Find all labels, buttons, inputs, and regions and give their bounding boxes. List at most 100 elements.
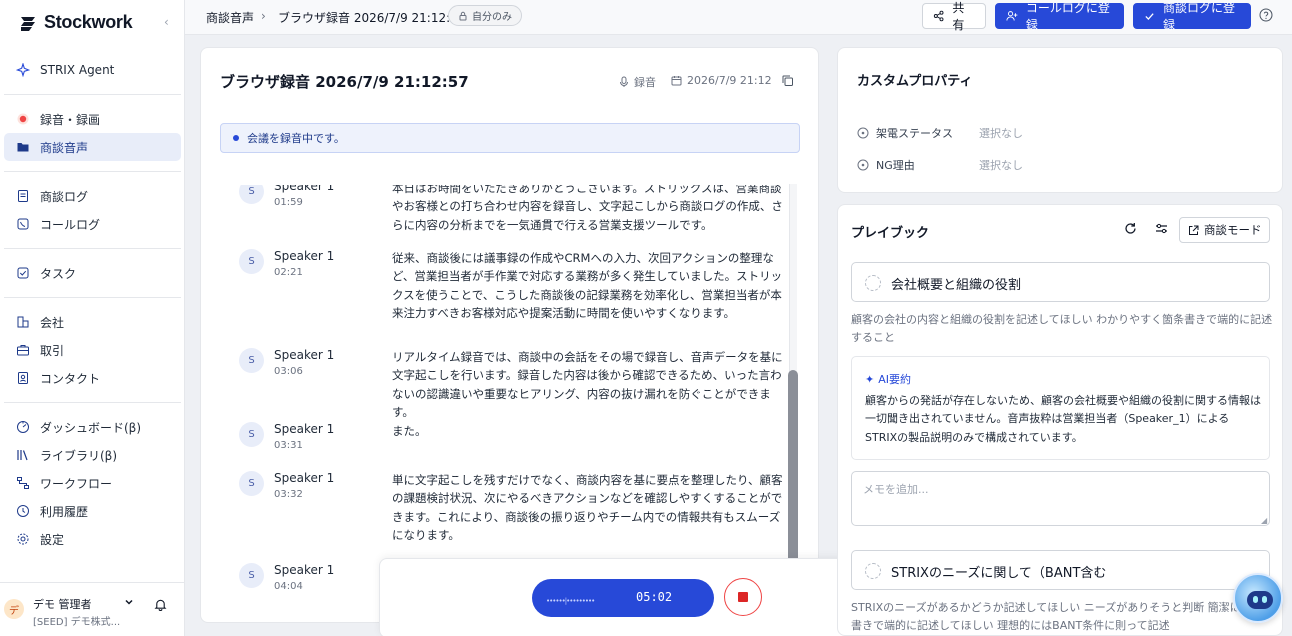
building-icon [16,315,30,329]
chevron-down-icon[interactable] [124,597,134,607]
workflow-icon [16,476,30,490]
phone-icon [16,217,30,231]
speaker-name: Speaker 1 [274,348,335,362]
speaker-avatar: S [239,471,264,496]
logo[interactable]: Stockwork [18,12,133,33]
copy-icon[interactable] [781,74,794,87]
sidebar-item[interactable]: 商談音声 [4,133,181,161]
sidebar-item[interactable]: 利用履歴 [4,497,181,525]
stop-recording-button[interactable] [724,578,762,616]
recording-panel: ブラウザ録音 2026/7/9 21:12:57 録音 2026/7/9 21:… [200,47,819,623]
sidebar-item[interactable]: タスク [4,259,181,287]
utterance-text: また。 [392,424,427,438]
playbook-item-needs[interactable]: STRIXのニーズに関して（BANT含む [851,550,1270,590]
sidebar-item[interactable]: 会社 [4,308,181,336]
sidebar-item[interactable]: 設定 [4,525,181,553]
playbook-item-company-overview[interactable]: 会社概要と組織の役割 [851,262,1270,302]
recording-type-label: 録音 [634,76,656,89]
utterance-timestamp[interactable]: 03:31 [274,440,303,451]
speaker-name: Speaker 1 [274,185,335,193]
checkbox-icon [16,266,30,280]
recorder-bar: ••••••|••••••••• 05:02 [379,558,913,636]
privacy-badge[interactable]: 自分のみ [448,5,522,26]
sidebar-item[interactable]: ダッシュボード(β) [4,413,181,441]
recording-dot-icon [233,135,239,141]
logo-mark-icon [21,16,35,31]
register-call-log-label: コールログに登録 [1025,1,1110,32]
utterance-text: 本日はお時間をいただきありがとうございます。ストリックスは、営業商談やお客様との… [392,185,783,232]
utterance-text: リアルタイム録音では、商談中の会話をその場で録音し、音声データを基に文字起こしを… [392,350,783,420]
sidebar-item-label: 設定 [40,532,65,547]
refresh-icon[interactable] [1124,222,1137,235]
sparkle-icon [16,63,30,77]
nav-divider [4,171,181,172]
sidebar-item[interactable]: コールログ [4,210,181,238]
collapse-sidebar-icon[interactable]: ‹ [164,15,169,29]
utterance-timestamp[interactable]: 03:06 [274,366,303,377]
sidebar-item[interactable]: STRIX Agent [4,56,181,84]
sidebar-item[interactable]: 録音・録画 [4,105,181,133]
bell-icon[interactable] [154,598,167,611]
sidebar-item[interactable]: ワークフロー [4,469,181,497]
user-plus-icon [1006,11,1018,21]
utterance-timestamp[interactable]: 01:59 [274,197,303,208]
register-sales-log-button[interactable]: 商談ログに登録 [1133,1,1251,32]
filter-settings-icon[interactable] [1155,222,1168,235]
recording-date-label: 2026/7/9 21:12 [687,74,772,87]
nav-divider [4,402,181,403]
breadcrumb-root[interactable]: 商談音声 [206,9,254,26]
sidebar-item[interactable]: ライブラリ(β) [4,441,181,469]
speaker-name: Speaker 1 [274,422,335,436]
property-call-status: 架電ステータス [857,125,953,141]
transcript-scroll-thumb[interactable] [788,370,798,570]
assistant-bot-button[interactable] [1233,573,1283,623]
sidebar-item-label: 取引 [40,343,65,358]
utterance-timestamp[interactable]: 04:04 [274,581,303,592]
share-button[interactable]: 共有 [922,1,986,32]
recording-type: 録音 [619,74,656,90]
sidebar-item[interactable]: 商談ログ [4,182,181,210]
record-icon [16,112,30,126]
sales-mode-button[interactable]: 商談モード [1179,217,1270,243]
recording-status-pill: ••••••|••••••••• 05:02 [532,579,714,617]
nav-divider [4,94,181,95]
sidebar-item-label: 会社 [40,315,65,330]
memo-input[interactable] [851,471,1270,526]
breadcrumb-current: ブラウザ録音 2026/7/9 21:12:57 [278,11,466,25]
property-call-status-value[interactable]: 選択なし [979,125,1023,141]
property-ng-reason-value[interactable]: 選択なし [979,157,1023,173]
speaker-name: Speaker 1 [274,471,335,485]
external-link-icon [1189,225,1199,235]
utterance-timestamp[interactable]: 03:32 [274,489,303,500]
help-icon[interactable] [1259,8,1273,22]
audio-level-meter: ••••••|••••••••• [546,597,595,605]
property-ng-reason: NG理由 [857,157,915,173]
user-menu[interactable]: デ デモ 管理者 [SEED] デモ株式... [0,582,185,636]
avatar: デ [4,599,24,619]
status-circle-icon [857,159,869,171]
sidebar: Stockwork ‹ STRIX Agent 録音・録画 商談音声商談ログコールロ… [0,0,185,636]
playbook-panel: プレイブック 商談モード 会社概要と組織の役割 顧客の会社の内容と組織の役割を記… [837,204,1283,636]
playbook-item-description: 顧客の会社の内容と組織の役割を記述してほしい わかりやすく箇条書きで端的に記述す… [851,313,1273,344]
sidebar-item-label: 商談ログ [40,189,89,204]
sidebar-item-label: タスク [40,266,77,281]
resize-grip-icon[interactable]: ◢ [1261,516,1267,525]
banner-text: 会議を録音中です。 [247,132,345,145]
sidebar-item-label: ワークフロー [40,476,113,491]
register-sales-log-label: 商談ログに登録 [1163,1,1236,32]
speaker-avatar: S [239,185,264,204]
share-label: 共有 [952,1,965,32]
check-icon [1145,13,1154,20]
recording-timer: 05:02 [636,590,673,604]
sidebar-item[interactable]: 取引 [4,336,181,364]
sidebar-item[interactable]: コンタクト [4,364,181,392]
custom-properties-title: カスタムプロパティ [857,74,973,89]
sales-mode-label: 商談モード [1204,223,1262,237]
speaker-avatar: S [239,422,264,447]
transcript[interactable]: S Speaker 1 01:59 本日はお時間をいただきありがとうございます。ストリ… [220,185,788,622]
stop-icon [738,592,748,602]
utterance-timestamp[interactable]: 02:21 [274,267,303,278]
share-icon [933,10,944,22]
register-call-log-button[interactable]: コールログに登録 [995,1,1124,32]
recording-title: ブラウザ録音 2026/7/9 21:12:57 [220,73,469,91]
